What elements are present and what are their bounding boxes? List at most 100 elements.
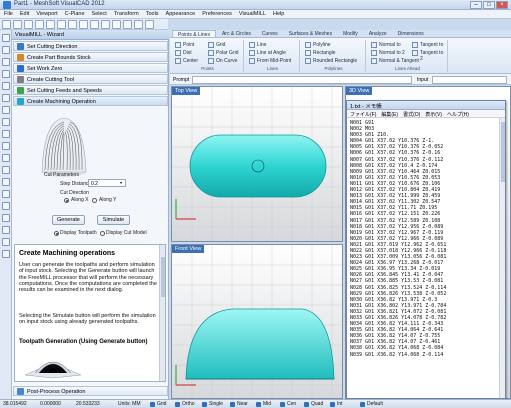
step-create-tool[interactable]: Create Cutting Tool — [13, 74, 168, 84]
along-y-radio[interactable] — [92, 198, 97, 203]
step-distance-spinner-icon[interactable]: ▾ — [120, 180, 125, 186]
normal-to-button[interactable]: Normal to — [371, 42, 401, 48]
display-cut-model-radio[interactable] — [100, 231, 105, 236]
polar-grid-button[interactable]: Polar Grid — [208, 50, 239, 56]
grid-toggle[interactable]: Grid — [150, 401, 166, 407]
notepad-menu-edit[interactable]: 編集(E) — [381, 111, 398, 118]
move-tool-icon[interactable] — [2, 142, 10, 150]
default-layer[interactable]: Default — [360, 401, 383, 407]
line-at-angle-button[interactable]: Line at Angle — [249, 50, 286, 56]
rounded-rectangle-button[interactable]: Rounded Rectangle — [305, 58, 357, 64]
rotate-tool-icon[interactable] — [2, 166, 10, 174]
notepad-text-area[interactable]: N001 G91 N002 M03 N003 G01 Z10. N004 G01… — [350, 120, 498, 358]
help-scrollbar[interactable] — [159, 245, 165, 381]
text-tool-icon[interactable] — [2, 238, 10, 246]
along-x-radio[interactable] — [64, 198, 69, 203]
save-icon[interactable] — [24, 20, 33, 29]
step-machining-operation[interactable]: Create Machining Operation — [13, 96, 168, 106]
menu-viewport[interactable]: Viewport — [36, 11, 57, 17]
menu-transform[interactable]: Transform — [114, 11, 139, 17]
copy-icon[interactable] — [57, 20, 66, 29]
copy-tool-icon[interactable] — [2, 154, 10, 162]
rectangle-button[interactable]: Rectangle — [305, 50, 336, 56]
arc-tool-icon[interactable] — [2, 70, 10, 78]
tab-surfaces-meshes[interactable]: Surfaces & Meshes — [284, 30, 337, 37]
redo-icon[interactable] — [90, 20, 99, 29]
input-field[interactable] — [432, 76, 507, 84]
quad-toggle[interactable]: Quad — [304, 401, 323, 407]
dist-button[interactable]: Dist — [175, 50, 192, 56]
cen-toggle[interactable]: Cen — [280, 401, 296, 407]
tangent-to-2-button[interactable]: Tangent to 2 — [412, 50, 447, 62]
polyline-button[interactable]: Polyline — [305, 42, 331, 48]
tab-modify[interactable]: Modify — [338, 30, 363, 37]
tangent-to-button[interactable]: Tangent to — [412, 42, 443, 48]
single-toggle[interactable]: Single — [202, 401, 223, 407]
line-tool-icon[interactable] — [2, 58, 10, 66]
notepad-menu-view[interactable]: 表示(V) — [425, 111, 442, 118]
line-button[interactable]: Line — [249, 42, 266, 48]
menu-visualmill[interactable]: VisualMILL — [239, 11, 266, 17]
tab-analyze[interactable]: Analyze — [364, 30, 392, 37]
from-mid-point-button[interactable]: From Mid-Point — [249, 58, 291, 64]
step-feeds-speeds[interactable]: Set Cutting Feeds and Speeds — [13, 85, 168, 95]
pan-icon[interactable] — [112, 20, 121, 29]
tab-points-lines[interactable]: Points & Lines — [172, 30, 216, 38]
menu-appearance[interactable]: Appearance — [166, 11, 196, 17]
curve-tool-icon[interactable] — [2, 82, 10, 90]
center-button[interactable]: Center — [175, 58, 198, 64]
int-toggle[interactable]: Int — [330, 401, 343, 407]
measure-tool-icon[interactable] — [2, 226, 10, 234]
top-viewport[interactable]: Top View — [171, 86, 343, 242]
tab-arc-circles[interactable]: Arc & Circles — [217, 30, 256, 37]
generate-button[interactable]: Generate — [52, 215, 85, 225]
notepad-menu-help[interactable]: ヘルプ(H) — [447, 111, 469, 118]
normal-to-2-button[interactable]: Normal to 2 — [371, 50, 405, 56]
top-view-title[interactable]: Top View — [172, 87, 201, 95]
layer-tool-icon[interactable] — [2, 250, 10, 258]
dimension-tool-icon[interactable] — [2, 214, 10, 222]
step-create-stock[interactable]: Create Part Bounds Stock — [13, 52, 168, 62]
new-file-icon[interactable] — [2, 20, 11, 29]
mesh-tool-icon[interactable] — [2, 118, 10, 126]
near-toggle[interactable]: Near — [230, 401, 248, 407]
maximize-button[interactable]: □ — [483, 1, 495, 9]
select-icon[interactable] — [2, 34, 10, 42]
menu-select[interactable]: Select — [92, 11, 107, 17]
print-icon[interactable] — [35, 20, 44, 29]
menu-help[interactable]: Help — [273, 11, 284, 17]
menu-preferences[interactable]: Preferences — [202, 11, 232, 17]
scale-tool-icon[interactable] — [2, 178, 10, 186]
notepad-menu-format[interactable]: 書式(O) — [403, 111, 420, 118]
menu-file[interactable]: File — [4, 11, 13, 17]
notepad-scrollbar[interactable] — [499, 118, 505, 398]
on-curve-button[interactable]: On Curve — [208, 58, 237, 64]
array-tool-icon[interactable] — [2, 202, 10, 210]
menu-cplane[interactable]: C-Plane — [65, 11, 85, 17]
tab-dimensions[interactable]: Dimensions — [393, 30, 429, 37]
solid-tool-icon[interactable] — [2, 106, 10, 114]
front-view-title[interactable]: Front View — [172, 245, 205, 253]
prompt-field[interactable] — [192, 76, 412, 84]
cut-icon[interactable] — [46, 20, 55, 29]
mirror-tool-icon[interactable] — [2, 190, 10, 198]
tab-curves[interactable]: Curves — [257, 30, 283, 37]
step-set-cutting-direction[interactable]: Set Cutting Direction — [13, 41, 168, 51]
open-file-icon[interactable] — [13, 20, 22, 29]
zoom-icon[interactable] — [101, 20, 110, 29]
shade-icon[interactable] — [134, 20, 143, 29]
ortho-toggle[interactable]: Ortho — [175, 401, 195, 407]
wireframe-icon[interactable] — [145, 20, 154, 29]
point-button[interactable]: Point — [175, 42, 194, 48]
undo-icon[interactable] — [79, 20, 88, 29]
menu-edit[interactable]: Edit — [20, 11, 29, 17]
iso-view-title[interactable]: 3D View — [346, 87, 373, 95]
front-viewport[interactable]: Front View — [171, 244, 343, 399]
step-post-process[interactable]: Post-Process Operation — [13, 386, 168, 396]
mid-toggle[interactable]: Mid — [256, 401, 271, 407]
grid-button[interactable]: Grid — [208, 42, 225, 48]
trim-tool-icon[interactable] — [2, 130, 10, 138]
paste-icon[interactable] — [68, 20, 77, 29]
minimize-button[interactable]: – — [470, 1, 482, 9]
simulate-button[interactable]: Simulate — [97, 215, 130, 225]
